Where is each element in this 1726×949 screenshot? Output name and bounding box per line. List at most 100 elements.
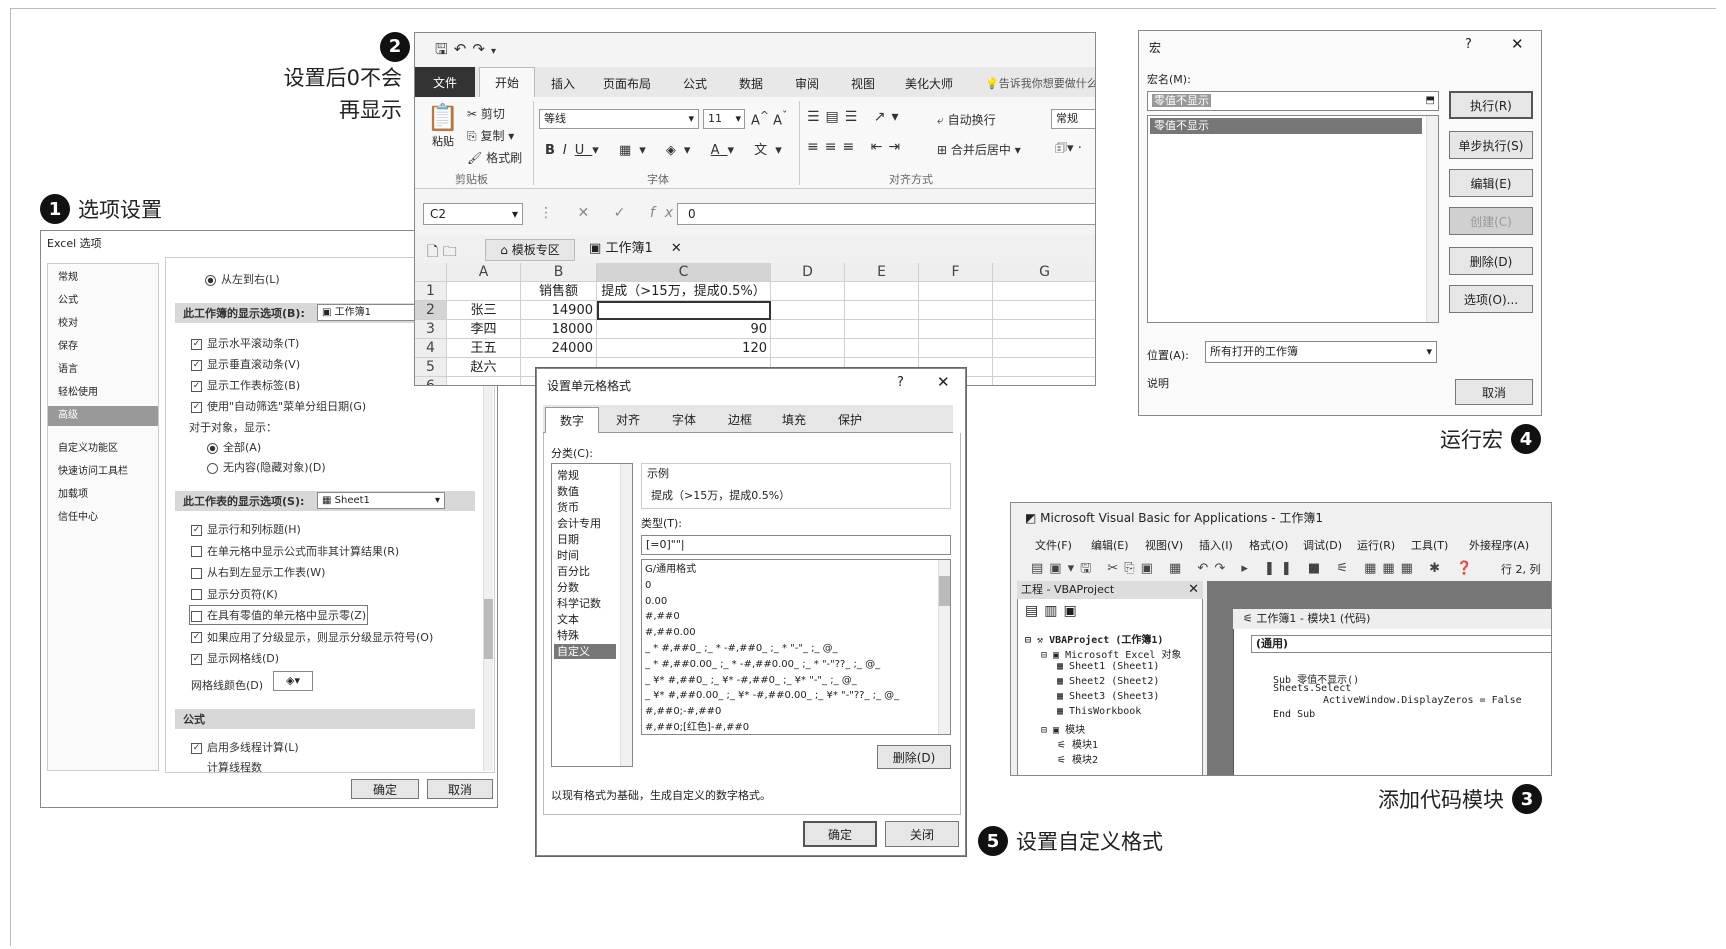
project-tree-item[interactable]: ⊟ ▣ 模块 bbox=[1041, 721, 1085, 736]
macro-button[interactable]: 编辑(E) bbox=[1449, 169, 1533, 197]
font-name-select[interactable]: 等线 ▾ bbox=[539, 109, 699, 129]
number-format-select[interactable]: 常规 bbox=[1051, 109, 1095, 129]
workbook-tab[interactable]: ▣ 工作簿1 ✕ + bbox=[583, 239, 693, 276]
project-tree-item[interactable]: ▦ Sheet1 (Sheet1) bbox=[1057, 661, 1159, 672]
tab-insert[interactable]: 插入 bbox=[551, 75, 575, 92]
options-cancel-button[interactable]: 取消 bbox=[427, 779, 493, 799]
close-icon[interactable]: ✕ bbox=[671, 241, 682, 256]
fill-color-icon[interactable]: ◈ bbox=[666, 143, 684, 158]
options-nav-item[interactable]: 快速访问工具栏 bbox=[48, 462, 158, 482]
vba-menu-item[interactable]: 编辑(E) bbox=[1091, 537, 1129, 553]
cell[interactable] bbox=[919, 320, 993, 339]
bold-icon[interactable]: B bbox=[545, 143, 563, 158]
type-item[interactable]: #,##0;-#,##0 bbox=[645, 704, 925, 719]
format-tab[interactable]: 对齐 bbox=[601, 407, 655, 433]
merge-center-button[interactable]: ⊞ 合并后居中 ▾ bbox=[937, 141, 1021, 158]
options-nav-item[interactable]: 公式 bbox=[48, 291, 158, 311]
row-header[interactable]: 4 bbox=[415, 339, 447, 358]
cell[interactable]: 王五 bbox=[447, 339, 521, 358]
row-header[interactable]: 5 bbox=[415, 358, 447, 377]
macro-list[interactable]: 零值不显示 bbox=[1147, 115, 1439, 323]
cell[interactable]: 李四 bbox=[447, 320, 521, 339]
project-tree-item[interactable]: ⚟ 模块1 bbox=[1057, 736, 1098, 751]
gridline-color-button[interactable]: ◈▾ bbox=[273, 671, 313, 691]
cell[interactable] bbox=[993, 377, 1095, 385]
vba-menu-item[interactable]: 视图(V) bbox=[1145, 537, 1183, 553]
direction-radio[interactable]: 从左到右(L) bbox=[205, 271, 280, 287]
type-item[interactable]: #,##0;[红色]-#,##0 bbox=[645, 720, 925, 734]
format-tab[interactable]: 边框 bbox=[713, 407, 767, 433]
macro-list-item[interactable]: 零值不显示 bbox=[1150, 118, 1422, 134]
cell[interactable]: 张三 bbox=[447, 301, 521, 320]
options-ok-button[interactable]: 确定 bbox=[351, 779, 419, 799]
options-nav-item[interactable]: 高级 bbox=[48, 406, 158, 426]
sheet-select[interactable]: ▦ Sheet1 ▾ bbox=[317, 492, 445, 509]
options-nav-item[interactable]: 常规 bbox=[48, 268, 158, 288]
sheet-option-checkbox[interactable]: 在具有零值的单元格中显示零(Z) bbox=[188, 605, 369, 625]
category-item[interactable]: 会计专用 bbox=[554, 516, 616, 531]
project-tree-item[interactable]: ⚟ 模块2 bbox=[1057, 751, 1098, 766]
row-header[interactable]: 6 bbox=[415, 377, 447, 385]
alignment-buttons[interactable]: ☰▤☰ ↗▾ bbox=[807, 109, 905, 125]
options-nav-item[interactable]: 保存 bbox=[48, 337, 158, 357]
format-tab[interactable]: 数字 bbox=[545, 407, 599, 433]
cell[interactable]: 赵六 bbox=[447, 358, 521, 377]
format-close-button[interactable]: 关闭 bbox=[885, 821, 959, 847]
workbook-option-checkbox[interactable]: ✓ 使用"自动筛选"菜单分组日期(G) bbox=[191, 398, 366, 414]
wrap-text-button[interactable]: ⤶ 自动换行 bbox=[937, 111, 996, 128]
cell[interactable] bbox=[771, 301, 845, 320]
tab-page-layout[interactable]: 页面布局 bbox=[603, 75, 651, 92]
column-header[interactable]: G bbox=[993, 263, 1095, 282]
category-item[interactable]: 时间 bbox=[554, 548, 616, 563]
cell[interactable] bbox=[447, 377, 521, 385]
vba-menu-item[interactable]: 外接程序(A) bbox=[1469, 537, 1529, 553]
row-header[interactable]: 1 bbox=[415, 282, 447, 301]
type-item[interactable]: _ * #,##0_ ;_ * -#,##0_ ;_ * "-"_ ;_ @_ bbox=[645, 641, 925, 656]
cell[interactable]: 14900 bbox=[521, 301, 597, 320]
cell[interactable] bbox=[993, 339, 1095, 358]
sheet-option-checkbox[interactable]: ✓ 显示行和列标题(H) bbox=[191, 521, 301, 537]
cell[interactable] bbox=[993, 301, 1095, 320]
sheet-option-checkbox[interactable]: 在单元格中显示公式而非其计算结果(R) bbox=[191, 543, 399, 559]
font-format-buttons[interactable]: BIU▾ ▦▾ ◈▾ A▾ 文▾ bbox=[545, 139, 790, 158]
workbook-option-checkbox[interactable]: ✓ 显示水平滚动条(T) bbox=[191, 335, 299, 351]
type-list-scrollbar[interactable] bbox=[938, 560, 950, 734]
cell[interactable] bbox=[993, 358, 1095, 377]
type-item[interactable]: G/通用格式 bbox=[645, 562, 925, 577]
sheet-option-checkbox[interactable]: ✓ 如果应用了分级显示，则显示分级显示符号(O) bbox=[191, 629, 433, 645]
border-icon[interactable]: ▦ bbox=[619, 143, 639, 158]
format-tab[interactable]: 保护 bbox=[823, 407, 877, 433]
project-tree-item[interactable]: ▦ Sheet2 (Sheet2) bbox=[1057, 676, 1159, 687]
tab-home[interactable]: 开始 bbox=[479, 67, 535, 97]
cell[interactable]: 120 bbox=[597, 339, 771, 358]
category-item[interactable]: 文本 bbox=[554, 612, 616, 627]
category-item[interactable]: 百分比 bbox=[554, 564, 616, 579]
cell[interactable] bbox=[919, 301, 993, 320]
cell[interactable]: 销售额 bbox=[521, 282, 597, 301]
format-ok-button[interactable]: 确定 bbox=[803, 821, 877, 847]
macro-button[interactable]: 执行(R) bbox=[1449, 91, 1533, 119]
row-header[interactable]: 2 bbox=[415, 301, 447, 320]
project-tree-item[interactable]: ⊟ ▣ Microsoft Excel 对象 bbox=[1041, 646, 1181, 661]
column-header[interactable]: C bbox=[597, 263, 771, 282]
project-tree-item[interactable]: ▦ ThisWorkbook bbox=[1057, 706, 1141, 717]
type-input[interactable]: [=0]""| bbox=[641, 535, 951, 555]
vba-menu-item[interactable]: 文件(F) bbox=[1035, 537, 1072, 553]
vba-menu-item[interactable]: 工具(T) bbox=[1411, 537, 1448, 553]
code-line-2[interactable]: Sheets.Select bbox=[1273, 683, 1351, 694]
sheet-option-checkbox[interactable]: ✓ 显示网格线(D) bbox=[191, 650, 279, 666]
close-icon[interactable]: ✕ bbox=[937, 373, 950, 391]
scroll-thumb[interactable] bbox=[939, 576, 950, 606]
italic-icon[interactable]: I bbox=[563, 143, 575, 158]
code-line-3[interactable]: ActiveWindow.DisplayZeros = False bbox=[1323, 695, 1522, 706]
close-icon[interactable]: ✕ bbox=[1188, 581, 1199, 599]
copy-button[interactable]: ⎘ 复制 ▾ bbox=[467, 127, 514, 144]
column-header[interactable]: E bbox=[845, 263, 919, 282]
templates-tab[interactable]: ⌂ 模板专区 bbox=[485, 239, 575, 261]
column-header[interactable]: D bbox=[771, 263, 845, 282]
tab-formulas[interactable]: 公式 bbox=[683, 75, 707, 92]
phonetic-icon[interactable]: 文 bbox=[754, 143, 775, 158]
orientation-icon[interactable]: ↗ bbox=[874, 109, 892, 125]
paste-button[interactable]: 📋 粘贴 bbox=[425, 103, 461, 159]
cell[interactable] bbox=[919, 282, 993, 301]
